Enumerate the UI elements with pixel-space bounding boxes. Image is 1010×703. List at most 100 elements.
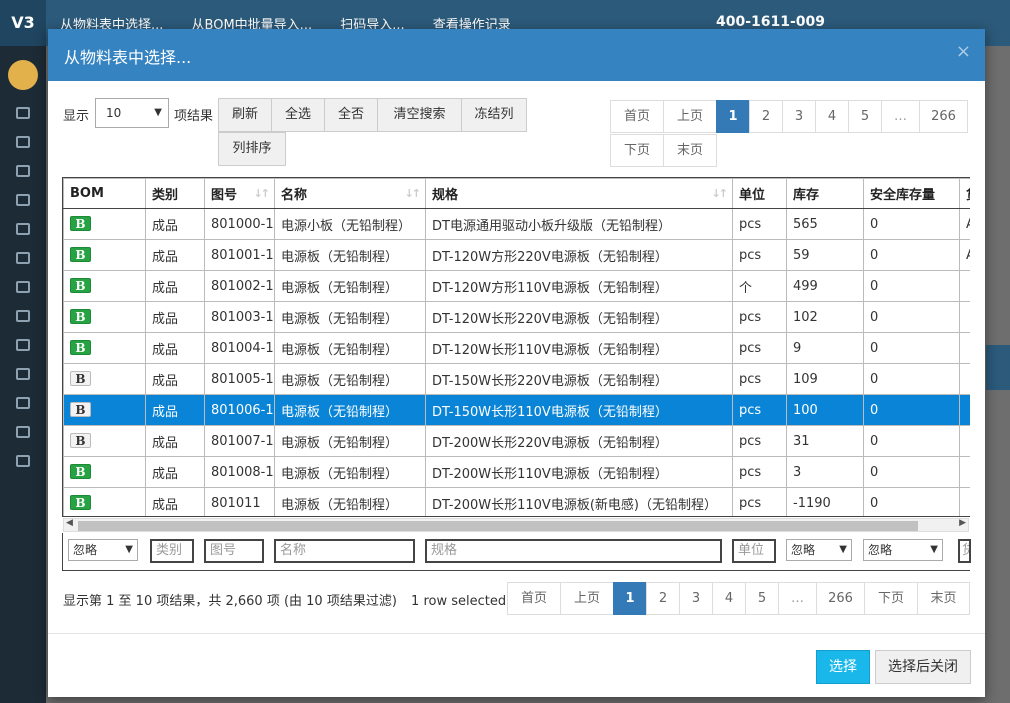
scrollbar-thumb[interactable] bbox=[78, 521, 918, 531]
bom-badge[interactable]: B bbox=[70, 402, 91, 417]
select-button[interactable]: 选择 bbox=[816, 650, 870, 684]
database-icon[interactable] bbox=[16, 339, 30, 351]
bottom-page-4[interactable]: 4 bbox=[712, 582, 746, 615]
category-cell: 成品 bbox=[145, 270, 205, 302]
check-icon[interactable] bbox=[16, 455, 30, 467]
select-none-button[interactable]: 全否 bbox=[324, 98, 378, 132]
table-row[interactable]: B 成品 801007-1 电源板（无铅制程） DT-200W长形220V电源板（无铅制… bbox=[63, 425, 970, 457]
stock-cell: 100 bbox=[786, 394, 864, 426]
bottom-page-first[interactable]: 首页 bbox=[507, 582, 561, 615]
bom-badge[interactable]: B bbox=[70, 495, 91, 510]
avatar[interactable] bbox=[8, 60, 38, 90]
map-icon[interactable] bbox=[16, 194, 30, 206]
clear-search-button[interactable]: 清空搜索 bbox=[377, 98, 462, 132]
col-header-safety-stock[interactable]: 安全库存量 bbox=[863, 178, 960, 209]
qrcode-icon[interactable] bbox=[16, 368, 30, 380]
bottom-page-3[interactable]: 3 bbox=[679, 582, 713, 615]
top-page-5[interactable]: 5 bbox=[848, 100, 882, 133]
filter-bom-select[interactable]: 忽略 ▼ bbox=[68, 539, 138, 561]
table-row[interactable]: B 成品 801005-1 电源板（无铅制程） DT-150W长形220V电源板（无铅制… bbox=[63, 363, 970, 395]
scroll-left-icon[interactable]: ◀ bbox=[66, 518, 73, 528]
table-row[interactable]: B 成品 801001-1 电源板（无铅制程） DT-120W方形220V电源板（无铅制… bbox=[63, 239, 970, 271]
bottom-page-5[interactable]: 5 bbox=[745, 582, 779, 615]
bottom-page-2[interactable]: 2 bbox=[646, 582, 680, 615]
users-icon[interactable] bbox=[16, 281, 30, 293]
extra-cell bbox=[959, 270, 970, 302]
safety-stock-cell: 0 bbox=[863, 239, 960, 271]
bom-badge[interactable]: B bbox=[70, 309, 91, 324]
material-table-wrapper: BOM 类别 图号↓↑ 名称↓↑ 规格↓↑ 单位 库存 安全库存量 货 B成品8… bbox=[62, 177, 970, 517]
table-row[interactable]: B 成品 801006-1 电源板（无铅制程） DT-150W长形110V电源板（无铅制… bbox=[63, 394, 970, 426]
col-header-code[interactable]: 图号 ↓↑ bbox=[204, 178, 275, 209]
top-page-4[interactable]: 4 bbox=[815, 100, 849, 133]
col-header-extra[interactable]: 货 bbox=[959, 178, 970, 209]
chevron-down-icon: ▼ bbox=[930, 544, 938, 555]
select-close-button[interactable]: 选择后关闭 bbox=[875, 650, 971, 684]
category-cell: 成品 bbox=[145, 239, 205, 271]
bottom-page-prev[interactable]: 上页 bbox=[560, 582, 614, 615]
filter-safety-select[interactable]: 忽略 ▼ bbox=[863, 539, 943, 561]
top-page-next[interactable]: 下页 bbox=[610, 134, 664, 167]
bom-badge[interactable]: B bbox=[70, 371, 91, 386]
dashboard-icon[interactable] bbox=[16, 107, 30, 119]
category-cell: 成品 bbox=[145, 394, 205, 426]
spec-cell: DT-120W方形220V电源板（无铅制程） bbox=[425, 239, 733, 271]
scroll-right-icon[interactable]: ▶ bbox=[959, 518, 966, 528]
col-header-category[interactable]: 类别 bbox=[145, 178, 205, 209]
page-size-select[interactable]: 10 ▼ bbox=[95, 98, 169, 128]
top-page-last[interactable]: 末页 bbox=[663, 134, 717, 167]
col-header-spec[interactable]: 规格 ↓↑ bbox=[425, 178, 733, 209]
table-row[interactable]: B 成品 801004-1 电源板（无铅制程） DT-120W长形110V电源板（无铅制… bbox=[63, 332, 970, 364]
stock-cell: 3 bbox=[786, 456, 864, 488]
table-row[interactable]: B 成品 801008-1 电源板（无铅制程） DT-200W长形110V电源板（无铅制… bbox=[63, 456, 970, 488]
bom-cell: B bbox=[63, 425, 146, 457]
col-header-bom[interactable]: BOM bbox=[63, 178, 146, 209]
sitemap-icon[interactable] bbox=[16, 310, 30, 322]
top-page-first[interactable]: 首页 bbox=[610, 100, 664, 133]
map-alt-icon[interactable] bbox=[16, 223, 30, 235]
calendar-icon[interactable] bbox=[16, 165, 30, 177]
bottom-page-last[interactable]: 末页 bbox=[917, 582, 970, 615]
bom-badge[interactable]: B bbox=[70, 247, 91, 262]
table-row[interactable]: B 成品 801003-1 电源板（无铅制程） DT-120W长形220V电源板（无铅制… bbox=[63, 301, 970, 333]
filter-name-input[interactable]: 名称 bbox=[274, 539, 415, 563]
bottom-page-1[interactable]: 1 bbox=[613, 582, 647, 615]
name-cell: 电源板（无铅制程） bbox=[274, 301, 426, 333]
top-page-266[interactable]: 266 bbox=[919, 100, 968, 133]
filter-unit-input[interactable]: 单位 bbox=[732, 539, 776, 563]
refresh-button[interactable]: 刷新 bbox=[218, 98, 272, 132]
table-row[interactable]: B 成品 801000-1 电源小板（无铅制程） DT电源通用驱动小板升级版（无铅制程）… bbox=[63, 208, 970, 240]
name-cell: 电源小板（无铅制程） bbox=[274, 208, 426, 240]
table-row[interactable]: B 成品 801002-1 电源板（无铅制程） DT-120W方形110V电源板（无铅制… bbox=[63, 270, 970, 302]
list-icon[interactable] bbox=[16, 426, 30, 438]
bom-badge[interactable]: B bbox=[70, 433, 91, 448]
qrcode-alt-icon[interactable] bbox=[16, 397, 30, 409]
close-icon[interactable]: × bbox=[956, 41, 971, 62]
bottom-page-266[interactable]: 266 bbox=[816, 582, 865, 615]
bom-badge[interactable]: B bbox=[70, 464, 91, 479]
bom-badge[interactable]: B bbox=[70, 216, 91, 231]
select-all-button[interactable]: 全选 bbox=[271, 98, 325, 132]
filter-stock-select[interactable]: 忽略 ▼ bbox=[786, 539, 852, 561]
filter-code-input[interactable]: 图号 bbox=[204, 539, 264, 563]
top-page-prev[interactable]: 上页 bbox=[663, 100, 717, 133]
edit-icon[interactable] bbox=[16, 252, 30, 264]
column-order-button[interactable]: 列排序 bbox=[218, 132, 286, 166]
bottom-page-next[interactable]: 下页 bbox=[864, 582, 918, 615]
truck-icon[interactable] bbox=[16, 136, 30, 148]
col-header-unit[interactable]: 单位 bbox=[732, 178, 787, 209]
filter-spec-input[interactable]: 规格 bbox=[425, 539, 722, 563]
col-header-name[interactable]: 名称 ↓↑ bbox=[274, 178, 426, 209]
top-page-3[interactable]: 3 bbox=[782, 100, 816, 133]
code-cell: 801002-1 bbox=[204, 270, 275, 302]
top-page-2[interactable]: 2 bbox=[749, 100, 783, 133]
col-header-stock[interactable]: 库存 bbox=[786, 178, 864, 209]
table-row[interactable]: B 成品 801011 电源板（无铅制程） DT-200W长形110V电源板(新电感)（… bbox=[63, 487, 970, 516]
filter-extra-input[interactable]: 货 bbox=[958, 539, 971, 563]
bom-badge[interactable]: B bbox=[70, 278, 91, 293]
freeze-columns-button[interactable]: 冻结列 bbox=[461, 98, 527, 132]
filter-category-input[interactable]: 类别 bbox=[150, 539, 194, 563]
bom-badge[interactable]: B bbox=[70, 340, 91, 355]
top-page-1[interactable]: 1 bbox=[716, 100, 750, 133]
horizontal-scrollbar[interactable]: ◀ ▶ bbox=[63, 518, 969, 532]
